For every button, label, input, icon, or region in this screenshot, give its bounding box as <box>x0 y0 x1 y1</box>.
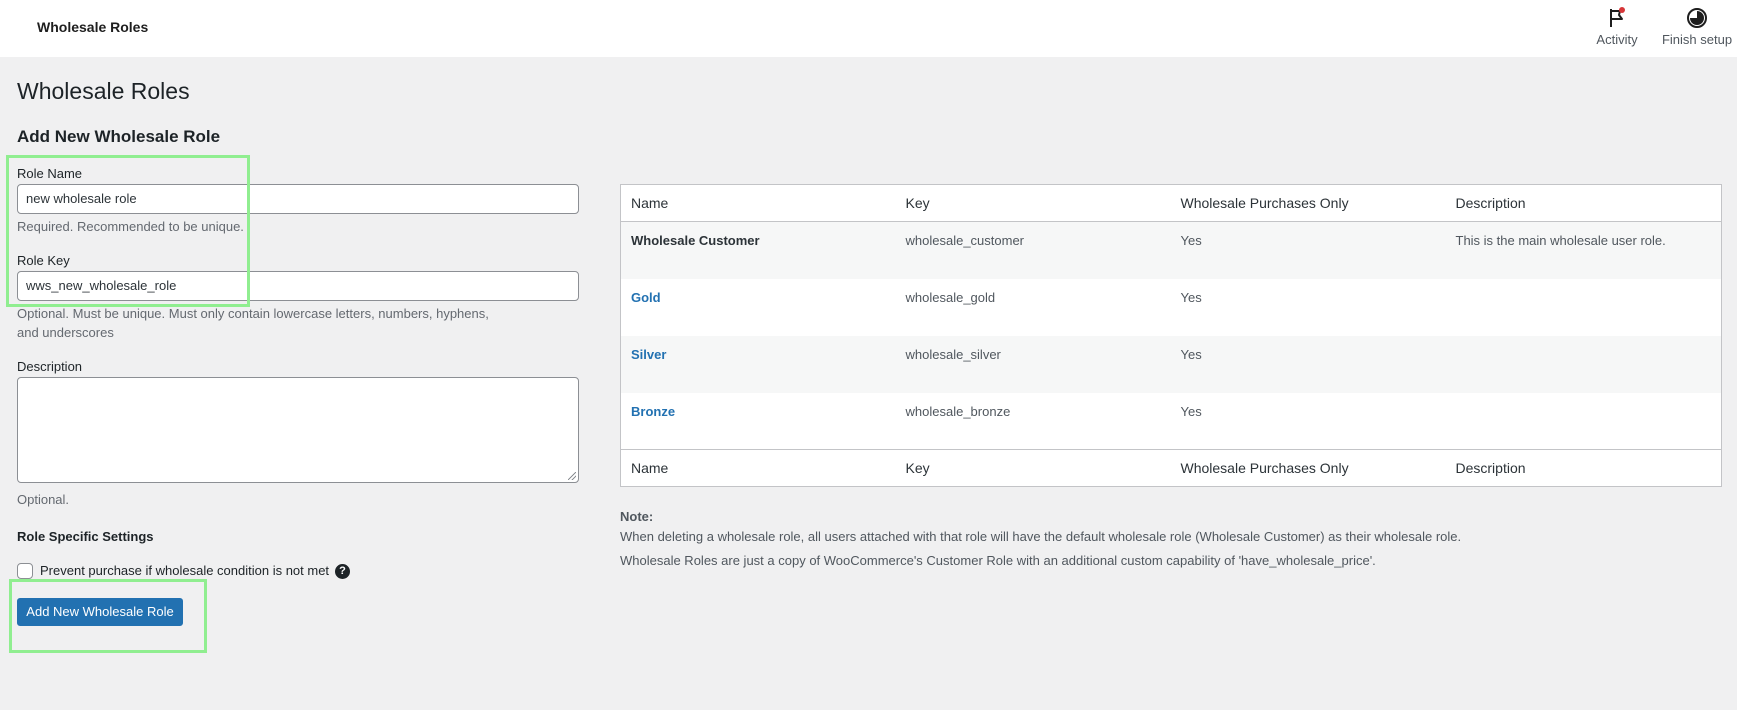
role-key-cell: wholesale_silver <box>895 335 1171 393</box>
prevent-purchase-label[interactable]: Prevent purchase if wholesale condition … <box>40 563 329 578</box>
note-heading: Note: <box>620 509 654 524</box>
role-key-help-line2: and underscores <box>17 325 114 340</box>
column-header-key[interactable]: Key <box>895 184 1171 222</box>
footer-header-name[interactable]: Name <box>620 449 896 487</box>
progress-circle-icon <box>1687 8 1707 28</box>
column-header-description[interactable]: Description <box>1445 184 1722 222</box>
column-header-name[interactable]: Name <box>620 184 896 222</box>
add-role-section-title: Add New Wholesale Role <box>17 127 221 146</box>
table-row: Gold wholesale_gold Yes <box>621 279 1722 336</box>
description-cell <box>1445 335 1722 393</box>
footer-header-purchases-only[interactable]: Wholesale Purchases Only <box>1170 449 1446 487</box>
role-name-link[interactable]: Gold <box>621 279 896 336</box>
activity-label: Activity <box>1596 32 1638 47</box>
activity-button[interactable]: Activity <box>1592 6 1642 47</box>
role-settings-title: Role Specific Settings <box>17 529 154 544</box>
footer-header-description[interactable]: Description <box>1445 449 1722 487</box>
role-name-cell[interactable]: Wholesale Customer <box>620 221 896 279</box>
description-label: Description <box>17 359 83 374</box>
purchases-only-cell: Yes <box>1170 221 1446 279</box>
description-cell <box>1446 393 1722 450</box>
wholesale-roles-table: Name Key Wholesale Purchases Only Descri… <box>620 184 1722 487</box>
description-cell <box>1446 279 1722 336</box>
column-header-purchases-only[interactable]: Wholesale Purchases Only <box>1170 184 1446 222</box>
note-line-2: Wholesale Roles are just a copy of WooCo… <box>620 553 1376 568</box>
role-key-cell: wholesale_bronze <box>905 403 1011 419</box>
purchases-only-cell: Yes <box>1180 403 1202 419</box>
table-row: Wholesale Customer wholesale_customer Ye… <box>620 221 1722 279</box>
table-header-row: Name Key Wholesale Purchases Only Descri… <box>620 184 1722 222</box>
highlight-box-fields <box>6 155 250 307</box>
purchases-only-cell: Yes <box>1170 335 1446 393</box>
table-row: Bronze wholesale_bronze Yes <box>621 393 1722 450</box>
role-name-link[interactable]: Silver <box>620 335 896 393</box>
role-key-cell: wholesale_gold <box>905 289 996 305</box>
flag-icon <box>1610 7 1625 27</box>
description-cell: This is the main wholesale user role. <box>1445 221 1722 279</box>
finish-setup-label: Finish setup <box>1661 32 1733 47</box>
table-row: Silver wholesale_silver Yes <box>620 335 1722 393</box>
role-key-cell: wholesale_customer <box>895 221 1171 279</box>
description-textarea[interactable] <box>17 377 579 483</box>
top-bar: Wholesale Roles Activity Finish setup <box>0 0 1737 57</box>
page-title: Wholesale Roles <box>17 78 190 104</box>
top-bar-title: Wholesale Roles <box>37 19 149 35</box>
help-icon[interactable]: ? <box>335 564 350 579</box>
description-help: Optional. <box>17 492 70 507</box>
prevent-purchase-checkbox[interactable] <box>17 563 33 579</box>
highlight-box-button <box>9 579 207 653</box>
finish-setup-button[interactable]: Finish setup <box>1657 6 1737 47</box>
purchases-only-cell: Yes <box>1180 289 1202 305</box>
resize-handle[interactable] <box>568 472 576 480</box>
role-name-link[interactable]: Bronze <box>621 393 896 450</box>
note-line-1: When deleting a wholesale role, all user… <box>620 529 1462 544</box>
table-footer-row: Name Key Wholesale Purchases Only Descri… <box>620 449 1722 487</box>
footer-header-key[interactable]: Key <box>895 449 1171 487</box>
